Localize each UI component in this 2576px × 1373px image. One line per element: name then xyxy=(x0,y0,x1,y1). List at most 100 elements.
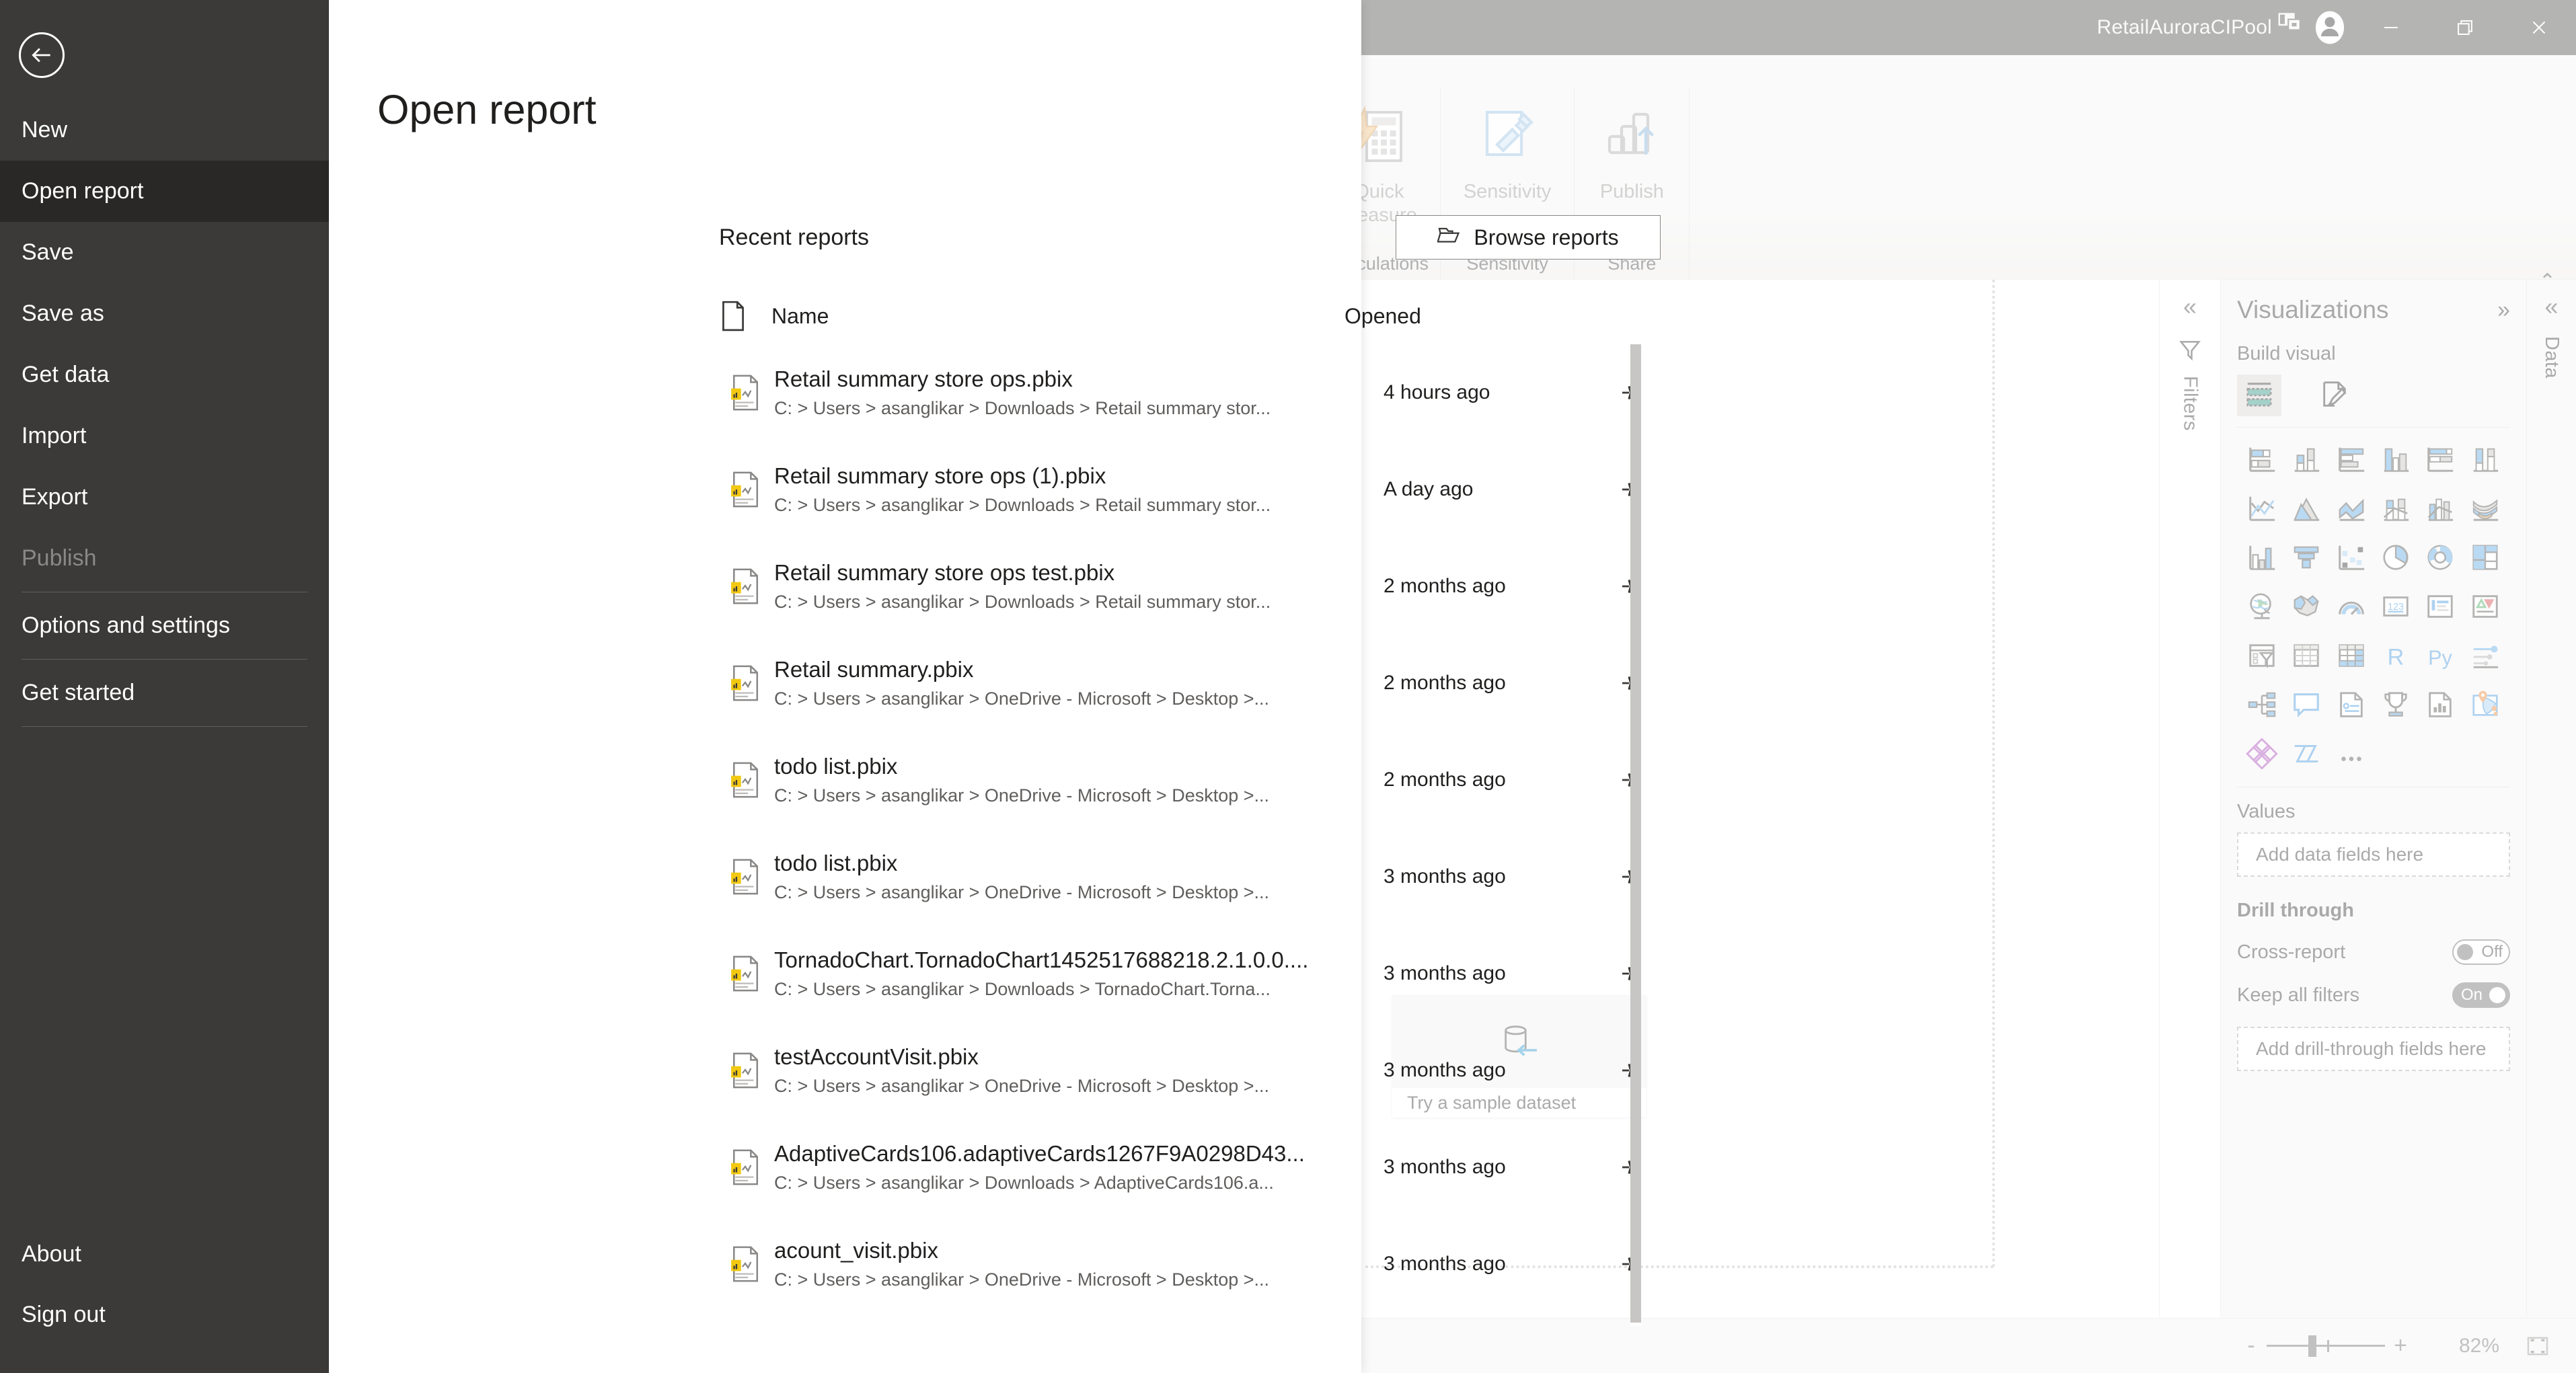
clustered-bar-chart-icon[interactable] xyxy=(2329,441,2374,477)
table-row[interactable]: acount_visit.pbix C: > Users > asanglika… xyxy=(719,1216,1659,1312)
data-collapse-chevron-icon[interactable]: « xyxy=(2544,295,2558,319)
line-and-clustered-column-chart-icon[interactable] xyxy=(2418,490,2462,526)
data-pane-collapsed[interactable]: « Data xyxy=(2527,280,2576,1318)
nav-item-sign-out[interactable]: Sign out xyxy=(0,1284,329,1345)
filters-collapse-chevron-icon[interactable]: « xyxy=(2183,295,2197,319)
map-globe-icon[interactable] xyxy=(2240,588,2284,625)
metrics-trophy-icon[interactable] xyxy=(2374,686,2418,723)
keep-all-filters-state: On xyxy=(2461,986,2483,1004)
table-row[interactable]: testAccountVisit.pbix C: > Users > asang… xyxy=(719,1022,1659,1119)
stacked-column-chart-icon[interactable] xyxy=(2284,441,2328,477)
kpi-icon[interactable] xyxy=(2463,588,2507,625)
azure-map-icon[interactable] xyxy=(2463,686,2507,723)
multi-row-card-icon[interactable] xyxy=(2418,588,2462,625)
decomposition-tree-icon[interactable] xyxy=(2240,686,2284,723)
stacked-bar-chart-icon[interactable] xyxy=(2240,441,2284,477)
waterfall-chart-icon[interactable] xyxy=(2240,539,2284,576)
publish-label[interactable]: Publish xyxy=(1600,180,1664,204)
file-info: testAccountVisit.pbix C: > Users > asang… xyxy=(771,1044,1384,1097)
format-visual-mode-button[interactable] xyxy=(2312,375,2357,416)
power-automate-icon[interactable] xyxy=(2284,736,2328,772)
table-row[interactable]: todo list.pbix C: > Users > asanglikar >… xyxy=(719,732,1659,828)
close-button[interactable] xyxy=(2502,0,2576,55)
build-visual-mode-button[interactable] xyxy=(2237,375,2281,416)
card-number-icon[interactable]: 123 xyxy=(2374,588,2418,625)
r-script-visual-icon[interactable]: R xyxy=(2374,637,2418,674)
values-dropzone[interactable]: Add data fields here xyxy=(2237,832,2510,877)
publish-icon xyxy=(1597,97,1666,176)
100-percent-stacked-bar-chart-icon[interactable] xyxy=(2418,441,2462,477)
python-visual-icon[interactable]: Py xyxy=(2418,637,2462,674)
zoom-out-button[interactable]: - xyxy=(2236,1333,2267,1359)
zoom-slider-thumb[interactable] xyxy=(2308,1335,2316,1357)
back-arrow-icon[interactable] xyxy=(19,32,65,78)
matrix-icon[interactable] xyxy=(2329,637,2374,674)
app-title: RetailAuroraCIPool xyxy=(2096,16,2272,38)
minimize-button[interactable] xyxy=(2354,0,2428,55)
table-row[interactable]: Retail summary store ops test.pbix C: > … xyxy=(719,538,1659,635)
keep-all-filters-toggle[interactable]: On xyxy=(2452,982,2510,1008)
nav-item-export[interactable]: Export xyxy=(0,467,329,528)
paginated-report-icon[interactable] xyxy=(2418,686,2462,723)
zoom-slider[interactable] xyxy=(2267,1335,2385,1358)
line-chart-icon[interactable] xyxy=(2240,490,2284,526)
nav-item-get-data[interactable]: Get data xyxy=(0,344,329,405)
file-list-scrollbar-thumb[interactable] xyxy=(1630,344,1641,1323)
line-and-stacked-column-chart-icon[interactable] xyxy=(2374,490,2418,526)
file-info: Retail summary store ops.pbix C: > Users… xyxy=(771,366,1384,419)
nav-item-import[interactable]: Import xyxy=(0,405,329,467)
100-percent-stacked-column-chart-icon[interactable] xyxy=(2463,441,2507,477)
nav-item-save-as[interactable]: Save as xyxy=(0,283,329,344)
table-icon[interactable] xyxy=(2284,637,2328,674)
visualizations-title: Visualizations xyxy=(2237,296,2389,323)
stacked-area-chart-icon[interactable] xyxy=(2329,490,2374,526)
table-row[interactable]: Retail summary store ops (1).pbix C: > U… xyxy=(719,441,1659,538)
file-name: todo list.pbix xyxy=(774,851,898,875)
slicer-icon[interactable] xyxy=(2240,637,2284,674)
drill-through-dropzone[interactable]: Add drill-through fields here xyxy=(2237,1027,2510,1071)
smart-narrative-icon[interactable] xyxy=(2329,686,2374,723)
qna-icon[interactable] xyxy=(2284,686,2328,723)
browse-reports-button[interactable]: Browse reports xyxy=(1396,215,1661,260)
treemap-icon[interactable] xyxy=(2463,539,2507,576)
filled-map-icon[interactable] xyxy=(2284,588,2328,625)
file-name: todo list.pbix xyxy=(774,754,898,779)
fit-to-page-icon[interactable] xyxy=(2522,1331,2553,1362)
user-avatar-icon[interactable] xyxy=(2312,10,2347,45)
restore-button[interactable] xyxy=(2428,0,2502,55)
recent-reports-list[interactable]: Retail summary store ops.pbix C: > Users… xyxy=(719,344,1659,1333)
funnel-chart-icon[interactable] xyxy=(2284,539,2328,576)
scatter-chart-icon[interactable] xyxy=(2329,539,2374,576)
gauge-icon[interactable] xyxy=(2329,588,2374,625)
visualizations-pane: Visualizations » Build visual 123 R Py V… xyxy=(2221,280,2527,1318)
zoom-slider-track xyxy=(2267,1345,2385,1347)
file-info: Retail summary store ops test.pbix C: > … xyxy=(771,560,1384,613)
column-header-name[interactable]: Name xyxy=(771,304,1344,329)
key-influencers-icon[interactable] xyxy=(2463,637,2507,674)
cross-report-toggle[interactable]: Off xyxy=(2452,939,2510,965)
nav-item-about[interactable]: About xyxy=(0,1224,329,1284)
table-row[interactable]: Retail summary store ops.pbix C: > Users… xyxy=(719,344,1659,441)
column-header-opened[interactable]: Opened xyxy=(1344,304,1634,329)
pie-chart-icon[interactable] xyxy=(2374,539,2418,576)
power-apps-icon[interactable] xyxy=(2240,736,2284,772)
nav-item-options-and-settings[interactable]: Options and settings xyxy=(0,595,329,656)
table-row[interactable]: AdaptiveCards106.adaptiveCards1267F9A029… xyxy=(719,1119,1659,1216)
nav-item-save[interactable]: Save xyxy=(0,222,329,283)
sensitivity-label[interactable]: Sensitivity xyxy=(1464,180,1552,204)
donut-chart-icon[interactable] xyxy=(2418,539,2462,576)
visualizations-expand-chevron-icon[interactable]: » xyxy=(2497,299,2510,321)
more-visuals-ellipsis-icon[interactable] xyxy=(2329,736,2374,772)
table-row[interactable]: TornadoChart.TornadoChart1452517688218.2… xyxy=(719,925,1659,1022)
clustered-column-chart-icon[interactable] xyxy=(2374,441,2418,477)
area-chart-icon[interactable] xyxy=(2284,490,2328,526)
zoom-in-button[interactable]: + xyxy=(2385,1333,2416,1359)
nav-item-open-report[interactable]: Open report xyxy=(0,161,329,222)
nav-item-new[interactable]: New xyxy=(0,100,329,161)
table-row[interactable]: todo list.pbix C: > Users > asanglikar >… xyxy=(719,828,1659,925)
table-row[interactable]: Retail summary.pbix C: > Users > asangli… xyxy=(719,635,1659,732)
pbix-file-icon xyxy=(719,567,771,605)
ribbon-chart-icon[interactable] xyxy=(2463,490,2507,526)
filters-pane-collapsed[interactable]: « Filters xyxy=(2159,280,2221,1318)
nav-item-get-started[interactable]: Get started xyxy=(0,662,329,723)
